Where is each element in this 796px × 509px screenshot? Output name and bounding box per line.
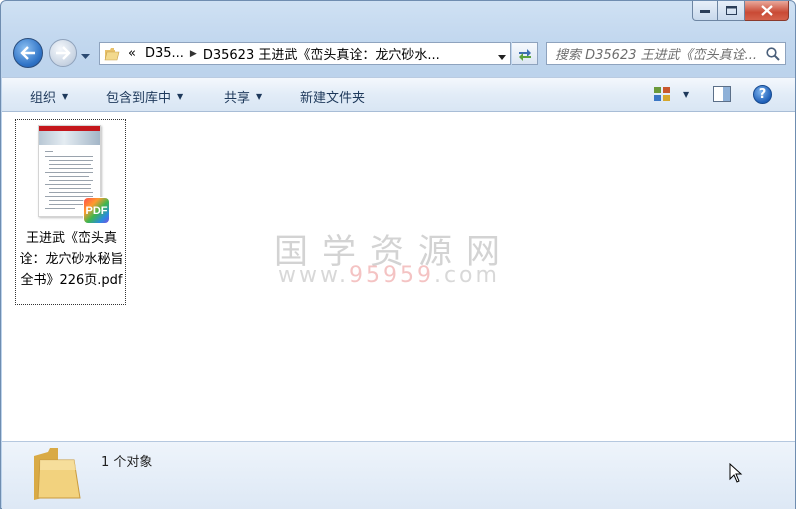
refresh-button[interactable] xyxy=(512,42,538,65)
refresh-icon xyxy=(518,48,531,61)
file-name[interactable]: 王进武《峦头真诠：龙穴砂水秘旨全书》226页.pdf xyxy=(18,228,125,291)
breadcrumb: « D35... ▶ D35623 王进武《峦头真诠：龙穴砂水... xyxy=(128,44,440,63)
help-button[interactable]: ? xyxy=(753,85,772,104)
breadcrumb-segment-2[interactable]: D35623 王进武《峦头真诠：龙穴砂水... xyxy=(203,44,440,63)
chevron-down-icon: ▼ xyxy=(62,92,69,101)
close-button[interactable] xyxy=(745,1,789,21)
chevron-down-icon: ▼ xyxy=(256,92,263,101)
chevron-down-icon xyxy=(498,55,506,60)
folder-icon xyxy=(104,46,120,62)
new-folder-button[interactable]: 新建文件夹 xyxy=(300,87,365,106)
close-icon xyxy=(760,5,773,16)
watermark-url-prefix: www. xyxy=(278,263,349,288)
search-icon[interactable] xyxy=(766,47,780,64)
explorer-window: « D35... ▶ D35623 王进武《峦头真诠：龙穴砂水... 搜索 D3… xyxy=(0,0,796,509)
share-label: 共享 xyxy=(224,91,251,106)
share-menu[interactable]: 共享 ▼ xyxy=(224,87,262,106)
pdf-badge-label: PDF xyxy=(85,204,108,217)
breadcrumb-segment-1[interactable]: D35... xyxy=(145,46,184,61)
maximize-icon xyxy=(725,6,737,15)
folder-icon xyxy=(30,446,82,505)
navigation-bar: « D35... ▶ D35623 王进武《峦头真诠：龙穴砂水... 搜索 D3… xyxy=(1,35,796,73)
organize-menu[interactable]: 组织 ▼ xyxy=(30,87,68,106)
caption-buttons xyxy=(692,1,789,22)
address-dropdown-button[interactable] xyxy=(498,49,506,64)
minimize-button[interactable] xyxy=(692,1,718,21)
chevron-down-icon xyxy=(81,54,90,59)
chevron-down-icon[interactable]: ▼ xyxy=(683,90,689,99)
details-pane: 1 个对象 xyxy=(2,441,795,509)
pdf-icon: PDF xyxy=(84,198,109,223)
breadcrumb-separator-icon[interactable]: ▶ xyxy=(190,49,197,59)
view-options-icon xyxy=(654,87,670,101)
search-input[interactable]: 搜索 D35623 王进武《峦头真诠... xyxy=(546,42,786,65)
file-item[interactable]: PDF 王进武《峦头真诠：龙穴砂水秘旨全书》226页.pdf xyxy=(15,119,126,305)
help-icon: ? xyxy=(758,87,767,102)
watermark-url-suffix: .com xyxy=(433,263,500,288)
include-in-library-label: 包含到库中 xyxy=(106,91,172,106)
search-placeholder: 搜索 D35623 王进武《峦头真诠... xyxy=(555,48,758,63)
back-arrow-icon xyxy=(20,46,35,60)
maximize-button[interactable] xyxy=(718,1,745,21)
recent-pages-dropdown[interactable] xyxy=(81,49,90,63)
include-in-library-menu[interactable]: 包含到库中 ▼ xyxy=(106,87,183,106)
watermark-url: www.95959.com xyxy=(278,263,538,288)
item-count: 1 个对象 xyxy=(101,455,153,470)
preview-pane-icon xyxy=(713,86,731,102)
preview-pane-button[interactable] xyxy=(713,86,731,105)
change-view-button[interactable]: ▼ xyxy=(653,86,689,102)
watermark-title: 国学资源网 xyxy=(274,232,514,272)
minimize-icon xyxy=(700,9,710,13)
breadcrumb-overflow[interactable]: « xyxy=(128,46,136,61)
watermark-url-accent: 95959 xyxy=(348,263,434,288)
command-bar: 组织 ▼ 包含到库中 ▼ 共享 ▼ 新建文件夹 ▼ ? xyxy=(2,77,795,112)
new-folder-label: 新建文件夹 xyxy=(300,91,366,106)
chevron-down-icon: ▼ xyxy=(177,92,184,101)
back-button[interactable] xyxy=(13,38,43,68)
organize-label: 组织 xyxy=(30,91,57,106)
forward-button[interactable] xyxy=(49,39,77,67)
forward-arrow-icon xyxy=(56,46,71,60)
file-list[interactable]: PDF 王进武《峦头真诠：龙穴砂水秘旨全书》226页.pdf 国学资源网 www… xyxy=(2,112,795,441)
address-bar[interactable]: « D35... ▶ D35623 王进武《峦头真诠：龙穴砂水... xyxy=(99,42,511,65)
mouse-cursor-icon xyxy=(729,462,743,486)
